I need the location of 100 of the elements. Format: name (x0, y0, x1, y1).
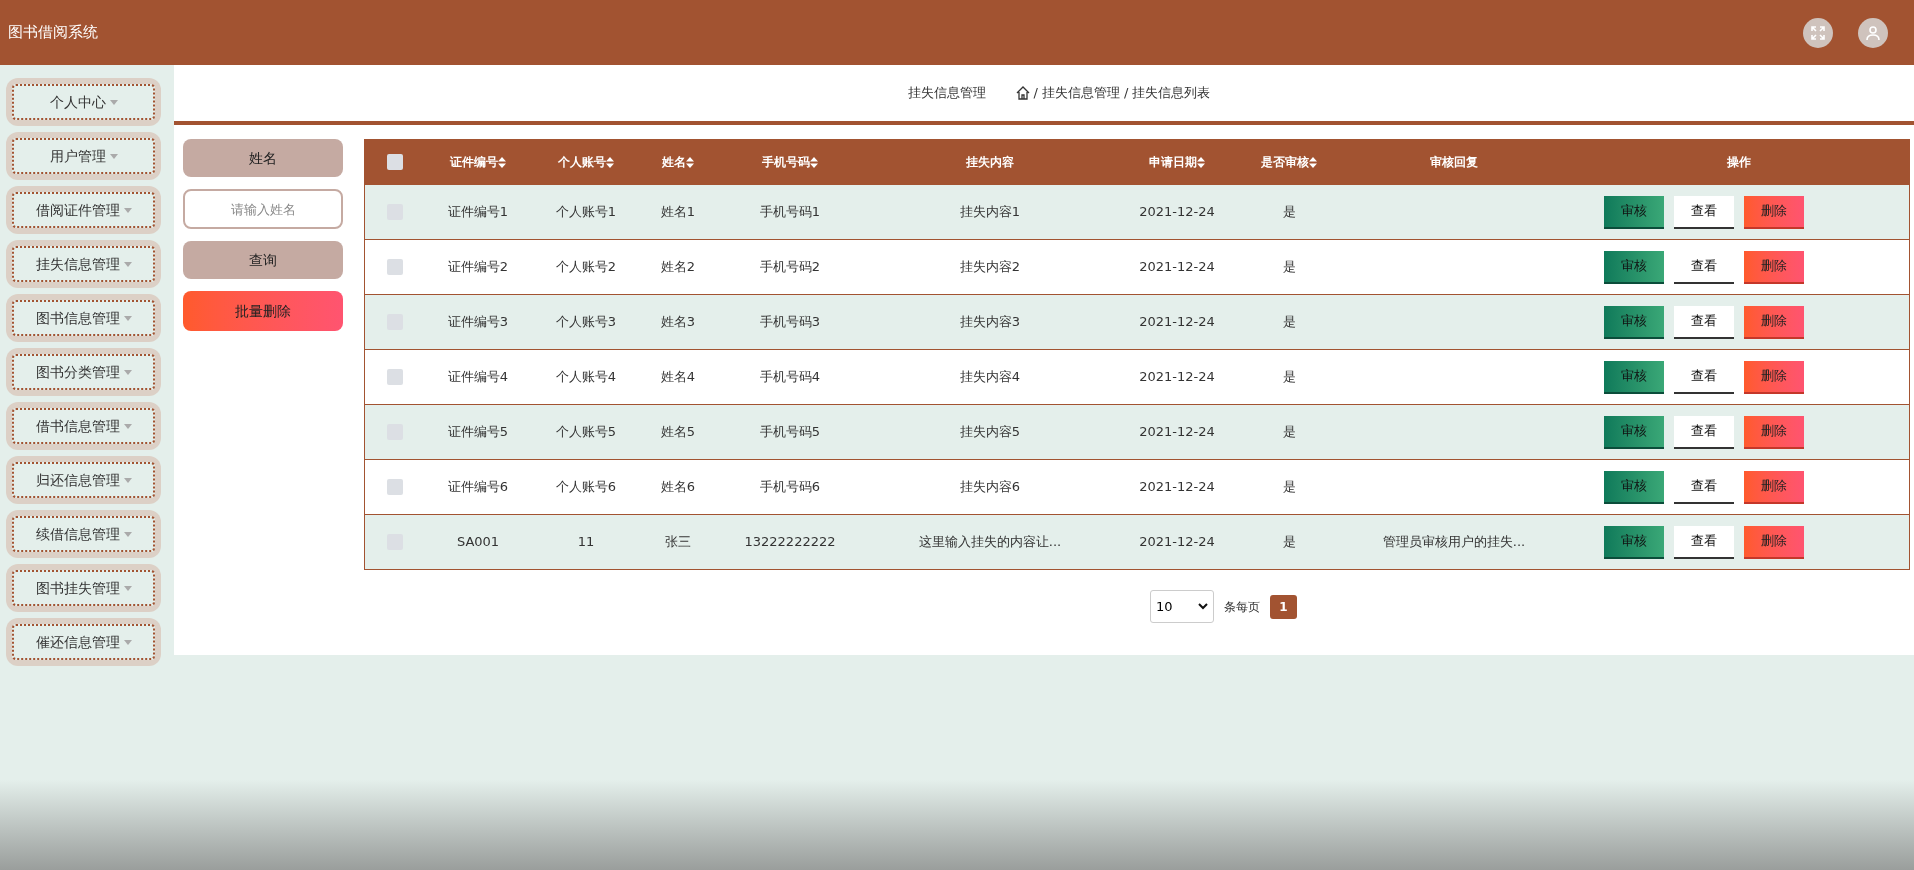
caret-icon (123, 369, 132, 375)
table-cell-text: 2021-12-24 (1139, 533, 1215, 552)
name-label: 姓名 (183, 139, 343, 177)
table-cell-text: 姓名2 (660, 258, 696, 277)
row-checkbox[interactable] (387, 369, 403, 385)
sidebar-item[interactable]: 图书挂失管理 (6, 564, 161, 612)
table-cell-text: 个人账号3 (555, 313, 617, 332)
table-cell-text: 是 (1282, 478, 1296, 497)
table-cell-text: 手机号码2 (759, 258, 821, 277)
view-button[interactable]: 查看 (1674, 195, 1734, 229)
table-cell-text: 证件编号2 (447, 258, 509, 277)
column-header[interactable]: 申请日期 (1149, 153, 1205, 171)
table-cell-text: 张三 (665, 533, 691, 552)
column-header: 操作 (1727, 154, 1751, 171)
table-cell-text: 手机号码1 (759, 203, 821, 222)
chevron-down-icon (1198, 603, 1208, 610)
table-cell-text: 证件编号3 (447, 313, 509, 332)
caret-icon (123, 531, 132, 537)
table-cell-text: 挂失内容3 (959, 313, 1021, 332)
page-size-label: 条每页 (1224, 598, 1260, 616)
review-button[interactable]: 审核 (1604, 250, 1664, 284)
sidebar-item[interactable]: 借阅证件管理 (6, 186, 161, 234)
page-button[interactable]: 1 (1270, 594, 1297, 619)
table-cell-text: 个人账号6 (555, 478, 617, 497)
column-header[interactable]: 是否审核 (1261, 153, 1317, 171)
column-header: 挂失内容 (966, 154, 1014, 171)
caret-icon (123, 477, 132, 483)
table-cell-text: 个人账号4 (555, 368, 617, 387)
view-button[interactable]: 查看 (1674, 305, 1734, 339)
row-checkbox[interactable] (387, 479, 403, 495)
sidebar-item[interactable]: 催还信息管理 (6, 618, 161, 666)
delete-button[interactable]: 删除 (1744, 250, 1804, 284)
table-cell-text: 证件编号1 (447, 203, 509, 222)
breadcrumb-item[interactable]: 挂失信息管理 (1042, 83, 1120, 103)
sidebar-item[interactable]: 个人中心 (6, 78, 161, 126)
table-cell-text: 挂失内容1 (959, 203, 1021, 222)
user-icon[interactable] (1858, 17, 1888, 48)
sidebar-item[interactable]: 续借信息管理 (6, 510, 161, 558)
table-cell-text: 姓名4 (660, 368, 696, 387)
table-cell-text: 2021-12-24 (1139, 258, 1215, 277)
caret-icon (123, 315, 132, 321)
table-cell-text: 13222222222 (744, 533, 836, 552)
fullscreen-icon[interactable] (1803, 17, 1833, 48)
sidebar-item[interactable]: 挂失信息管理 (6, 240, 161, 288)
column-header: 审核回复 (1430, 154, 1478, 171)
table-cell-text: 是 (1282, 313, 1296, 332)
sidebar-item[interactable]: 归还信息管理 (6, 456, 161, 504)
delete-button[interactable]: 删除 (1744, 470, 1804, 504)
review-button[interactable]: 审核 (1604, 195, 1664, 229)
view-button[interactable]: 查看 (1674, 525, 1734, 559)
table-cell-text: 证件编号6 (447, 478, 509, 497)
home-icon[interactable] (1015, 86, 1030, 100)
sidebar-item[interactable]: 用户管理 (6, 132, 161, 180)
table-cell-text: 个人账号2 (555, 258, 617, 277)
table-cell-text: 证件编号4 (447, 368, 509, 387)
breadcrumb-separator: / (1033, 84, 1038, 103)
row-checkbox[interactable] (387, 154, 403, 170)
name-input[interactable]: 请输入姓名 (183, 189, 343, 229)
breadcrumb-separator: / (1124, 84, 1129, 103)
table-cell-text: 挂失内容6 (959, 478, 1021, 497)
column-header[interactable]: 姓名 (662, 153, 694, 171)
review-button[interactable]: 审核 (1604, 305, 1664, 339)
column-header[interactable]: 个人账号 (558, 153, 614, 171)
delete-button[interactable]: 删除 (1744, 360, 1804, 394)
caret-icon (123, 639, 132, 645)
table-cell-text: 挂失内容2 (959, 258, 1021, 277)
delete-button[interactable]: 删除 (1744, 195, 1804, 229)
delete-button[interactable]: 删除 (1744, 415, 1804, 449)
page-size-select[interactable]: 10 (1150, 590, 1214, 623)
table-cell-text: 是 (1282, 258, 1296, 277)
column-header[interactable]: 证件编号 (450, 153, 506, 171)
table-cell-text: 2021-12-24 (1139, 313, 1215, 332)
search-button[interactable]: 查询 (183, 241, 343, 279)
table-cell-text: 2021-12-24 (1139, 423, 1215, 442)
caret-icon (123, 207, 132, 213)
caret-icon (123, 261, 132, 267)
caret-icon (109, 153, 118, 159)
sidebar-item[interactable]: 借书信息管理 (6, 402, 161, 450)
review-button[interactable]: 审核 (1604, 415, 1664, 449)
app-title: 图书借阅系统 (8, 22, 98, 44)
table-cell-text: 手机号码3 (759, 313, 821, 332)
review-button[interactable]: 审核 (1604, 470, 1664, 504)
delete-button[interactable]: 删除 (1744, 525, 1804, 559)
delete-button[interactable]: 删除 (1744, 305, 1804, 339)
sidebar-item[interactable]: 图书分类管理 (6, 348, 161, 396)
column-header[interactable]: 手机号码 (762, 153, 818, 171)
batch-delete-button[interactable]: 批量删除 (183, 291, 343, 331)
table-cell-text: 姓名5 (660, 423, 696, 442)
table-cell-text: 2021-12-24 (1139, 203, 1215, 222)
review-button[interactable]: 审核 (1604, 360, 1664, 394)
view-button[interactable]: 查看 (1674, 415, 1734, 449)
sidebar-item[interactable]: 图书信息管理 (6, 294, 161, 342)
review-button[interactable]: 审核 (1604, 525, 1664, 559)
table-cell-text: 姓名3 (660, 313, 696, 332)
table-cell-text: 2021-12-24 (1139, 478, 1215, 497)
table-cell-text: 11 (577, 533, 595, 552)
table-cell-text: 个人账号1 (555, 203, 617, 222)
row-checkbox[interactable] (387, 259, 403, 275)
caret-icon (123, 423, 132, 429)
table-cell-text: 是 (1282, 533, 1296, 552)
